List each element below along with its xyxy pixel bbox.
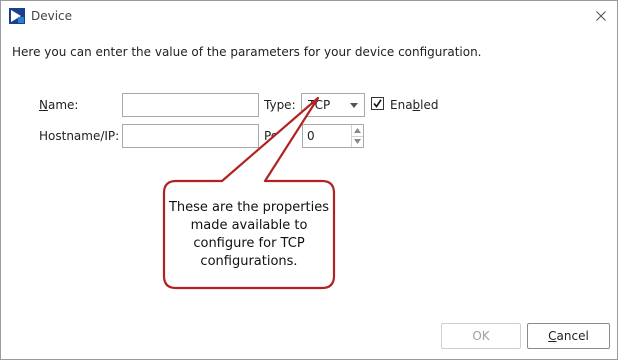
window-title: Device [31, 9, 73, 23]
chevron-up-icon [354, 128, 361, 133]
spin-down-button[interactable] [351, 136, 363, 147]
enabled-checkbox[interactable] [371, 97, 384, 110]
close-button[interactable] [591, 6, 611, 26]
name-label: Name: [39, 98, 79, 112]
ok-button[interactable]: OK [441, 323, 521, 349]
hostname-input[interactable] [122, 124, 259, 148]
type-label: Type: [264, 98, 296, 112]
port-value: 0 [307, 129, 315, 143]
dialog-description: Here you can enter the value of the para… [12, 45, 482, 59]
type-selected-value: TCP [308, 98, 331, 112]
hostname-label: Hostname/IP: [39, 129, 120, 143]
checkmark-icon [373, 99, 382, 108]
port-spinner[interactable]: 0 [302, 124, 364, 148]
close-icon [596, 11, 606, 21]
chevron-down-icon [350, 103, 358, 108]
callout-text: These are the properties made available … [168, 200, 330, 269]
name-input[interactable] [122, 93, 259, 117]
chevron-down-icon [354, 139, 361, 144]
type-select[interactable]: TCP [301, 93, 365, 117]
cancel-button[interactable]: Cancel [527, 323, 610, 349]
enabled-label: Enabled [390, 98, 439, 112]
title-bar: Device [1, 1, 617, 31]
app-logo-icon [9, 8, 25, 24]
port-label: Port: [264, 129, 292, 143]
device-dialog: Device Here you can enter the value of t… [0, 0, 618, 360]
